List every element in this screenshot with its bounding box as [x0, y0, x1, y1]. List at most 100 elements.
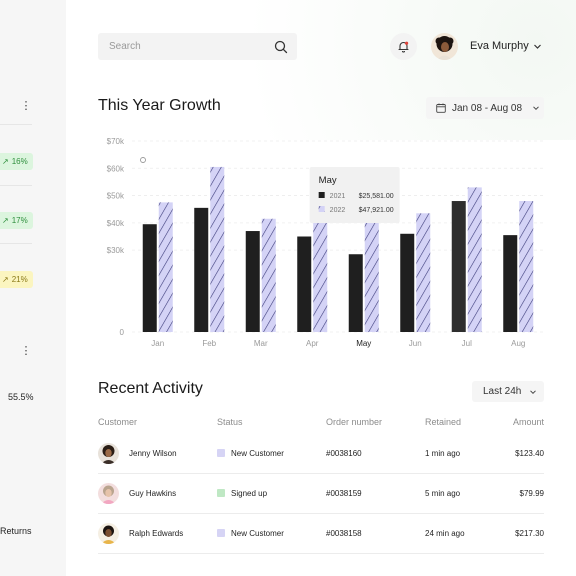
bar-2022-aug[interactable]	[519, 201, 534, 332]
search-input[interactable]: Search	[109, 41, 274, 52]
table-row[interactable]: Jenny Wilson New Customer #0038160 1 min…	[98, 434, 544, 474]
bar-2022-apr[interactable]	[313, 214, 328, 332]
trend-up-icon: ↗	[2, 157, 9, 166]
more-options-icon[interactable]: ⋮	[20, 345, 32, 357]
chevron-down-icon[interactable]	[533, 42, 542, 51]
amount: $123.40	[515, 449, 544, 458]
date-range-label: Jan 08 - Aug 08	[452, 102, 523, 114]
status-indicator	[217, 489, 225, 497]
chart-tooltip: May 2021 $25,581.00 2022 $47,921.00	[309, 167, 400, 223]
x-tick-label: Mar	[254, 339, 268, 348]
table-header: Customer Status Order number Retained Am…	[98, 410, 544, 434]
x-tick-label: Jul	[462, 339, 472, 348]
x-tick-label: May	[356, 339, 371, 348]
growth-title: This Year Growth	[98, 97, 221, 114]
column-header-retained[interactable]: Retained	[425, 417, 461, 427]
y-tick-label: $70k	[107, 137, 125, 146]
order-number: #0038160	[326, 449, 362, 458]
bar-2021-mar[interactable]	[245, 231, 260, 332]
user-name[interactable]: Eva Murphy	[470, 40, 529, 52]
column-header-status[interactable]: Status	[217, 417, 243, 427]
chevron-down-icon	[530, 389, 537, 394]
status-indicator	[217, 449, 225, 457]
amount: $217.30	[515, 529, 544, 538]
order-number: #0038159	[326, 489, 362, 498]
y-tick-label: $40k	[107, 219, 125, 228]
status-label: Signed up	[231, 489, 268, 498]
bar-2021-apr[interactable]	[297, 236, 312, 333]
bar-2021-feb[interactable]	[194, 207, 209, 332]
retained-time: 24 min ago	[425, 529, 465, 538]
bar-2022-jun[interactable]	[416, 213, 431, 332]
date-range-picker[interactable]: Jan 08 - Aug 08	[426, 97, 544, 119]
x-tick-label: Aug	[511, 339, 525, 348]
tooltip-legend-swatch	[318, 206, 325, 212]
y-tick-label: $50k	[107, 192, 125, 201]
trend-up-icon: ↗	[2, 216, 9, 225]
x-tick-label: Jan	[151, 339, 164, 348]
chart-marker-icon	[140, 157, 146, 163]
x-tick-label: Feb	[202, 339, 216, 348]
customer-name: Guy Hawkins	[129, 489, 177, 498]
search-icon[interactable]	[274, 40, 288, 54]
chevron-down-icon	[533, 106, 539, 111]
trend-badge-3: ↗ 21%	[0, 271, 33, 288]
y-tick-label: $60k	[107, 164, 125, 173]
y-tick-label: 0	[120, 328, 125, 337]
divider	[0, 243, 32, 244]
customer-name: Ralph Edwards	[129, 529, 184, 538]
divider	[0, 185, 32, 186]
bar-2021-jan[interactable]	[142, 224, 157, 332]
bar-2022-feb[interactable]	[210, 166, 225, 332]
bar-2021-jul[interactable]	[451, 201, 466, 332]
header-background	[66, 0, 576, 140]
calendar-icon	[436, 103, 446, 113]
avatar	[98, 443, 119, 464]
tooltip-title: May	[319, 175, 337, 186]
bar-2021-may[interactable]	[348, 254, 363, 332]
tooltip-series-label: 2022	[330, 207, 346, 214]
recent-activity-title: Recent Activity	[98, 380, 203, 397]
x-tick-label: Apr	[306, 339, 319, 348]
bar-2022-jan[interactable]	[158, 202, 173, 332]
tooltip-value: $47,921.00	[359, 207, 394, 214]
amount: $79.99	[519, 489, 544, 498]
avatar	[98, 483, 119, 504]
bar-2022-jul[interactable]	[467, 187, 482, 332]
search-bar[interactable]: Search	[98, 33, 297, 60]
bar-2021-jun[interactable]	[400, 233, 415, 332]
trend-up-icon: ↗	[2, 275, 9, 284]
time-filter-label: Last 24h	[483, 386, 522, 397]
table-row[interactable]: Guy Hawkins Signed up #0038159 5 min ago…	[98, 474, 544, 514]
status-indicator	[217, 529, 225, 537]
bar-2022-mar[interactable]	[261, 218, 276, 332]
y-tick-label: $30k	[107, 246, 125, 255]
bar-2022-may[interactable]	[364, 206, 379, 332]
user-avatar[interactable]	[431, 33, 458, 60]
notifications-button[interactable]	[390, 33, 417, 60]
retained-time: 1 min ago	[425, 449, 461, 458]
status-label: New Customer	[231, 529, 284, 538]
customer-name: Jenny Wilson	[129, 449, 177, 458]
stat-value: 55.5%	[8, 392, 34, 402]
tooltip-series-label: 2021	[330, 193, 346, 200]
column-header-amount[interactable]: Amount	[513, 417, 544, 427]
growth-chart: 0 $30k $40k $50k $60k $70k Jan Feb Mar Apr May Jun J…	[107, 137, 544, 348]
avatar	[98, 523, 119, 544]
order-number: #0038158	[326, 529, 362, 538]
time-filter-dropdown[interactable]: Last 24h	[472, 381, 544, 402]
bell-icon	[398, 41, 409, 53]
tooltip-legend-swatch	[318, 192, 325, 198]
tooltip-value: $25,581.00	[359, 193, 394, 200]
divider	[0, 124, 32, 125]
column-header-order[interactable]: Order number	[326, 417, 382, 427]
column-header-customer[interactable]: Customer	[98, 417, 137, 427]
trend-badge-1: ↗ 16%	[0, 153, 33, 170]
left-panel: ⋮ ↗ 16% ↗ 17% ↗ 21% ⋮ 55.5% Returns	[0, 0, 66, 576]
more-options-icon[interactable]: ⋮	[20, 100, 32, 112]
activity-table: Customer Status Order number Retained Am…	[98, 410, 544, 554]
returns-label: Returns	[0, 526, 32, 536]
bar-2021-aug[interactable]	[503, 235, 518, 332]
table-row[interactable]: Ralph Edwards New Customer #0038158 24 m…	[98, 514, 544, 554]
x-tick-label: Jun	[409, 339, 422, 348]
